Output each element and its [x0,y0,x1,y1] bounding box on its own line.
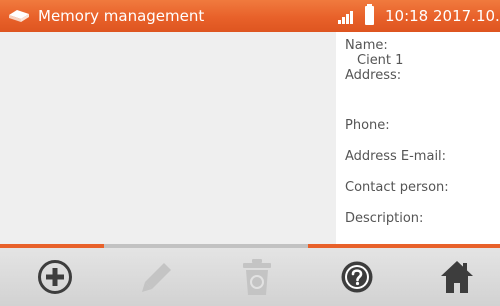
datetime: 10:18 2017.10.27 [385,7,500,25]
battery-icon [365,4,374,25]
client-details-screen: Name: Cient 1 Address: Phone: Address E-… [0,32,500,244]
edit-button[interactable] [130,248,184,306]
app-logo-icon [9,10,29,22]
name-label: Name: [345,38,388,53]
phone-label: Phone: [345,118,390,133]
add-icon [38,260,72,294]
client-details-panel: Name: Cient 1 Address: Phone: Address E-… [336,32,500,244]
name-value: Cient 1 [357,53,404,68]
bottom-toolbar [0,248,500,306]
help-icon [341,261,373,293]
email-label: Address E-mail: [345,149,447,164]
title-bar: Memory management 10:18 2017.10.27 [0,0,500,32]
contact-person-label: Contact person: [345,180,449,195]
delete-button[interactable] [230,248,284,306]
add-button[interactable] [28,248,82,306]
delete-icon [243,259,271,295]
window-title: Memory management [38,7,205,25]
client-list-panel[interactable] [0,32,336,244]
help-button[interactable] [330,248,384,306]
home-button[interactable] [430,248,484,306]
address-label: Address: [345,68,402,83]
signal-icon [338,11,353,24]
home-icon [441,261,473,293]
edit-icon [142,263,171,292]
description-label: Description: [345,211,424,226]
